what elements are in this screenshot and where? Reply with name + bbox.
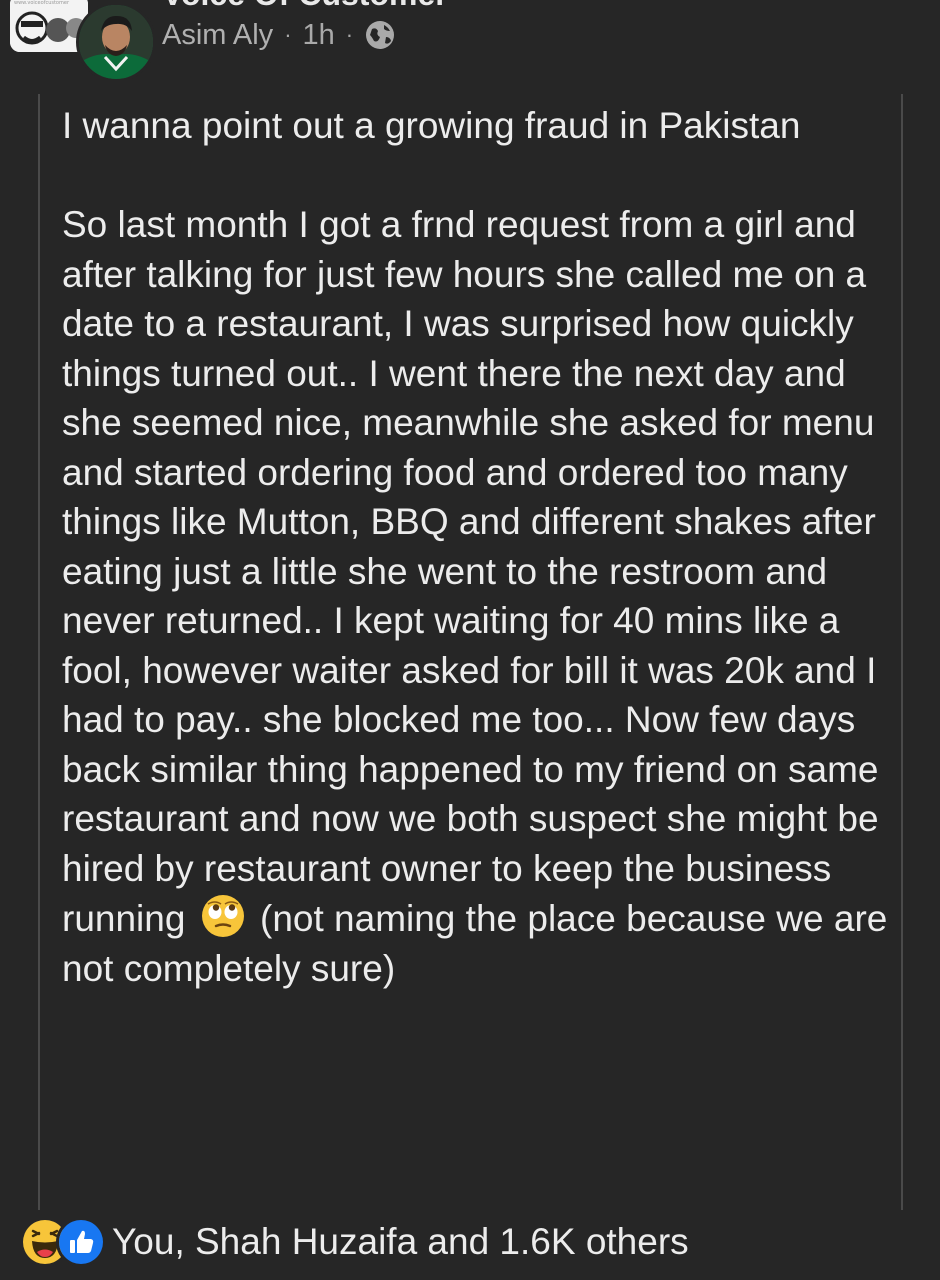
reactions-bar[interactable]: You, Shah Huzaifa and 1.6K others	[20, 1214, 689, 1270]
globe-icon	[364, 19, 396, 51]
post-body: I wanna point out a growing fraud in Pak…	[62, 101, 898, 993]
author-name[interactable]: Asim Aly	[162, 19, 273, 52]
reactions-summary[interactable]: You, Shah Huzaifa and 1.6K others	[112, 1221, 689, 1263]
group-name[interactable]: Voice Of Customer	[162, 0, 448, 13]
meta-separator: ·	[345, 22, 354, 47]
post-paragraph: I wanna point out a growing fraud in Pak…	[62, 105, 801, 146]
meta-separator: ·	[284, 22, 292, 47]
eye-roll-emoji-icon	[200, 893, 246, 939]
post-text: (not naming the place because we are not…	[62, 898, 888, 989]
post-text: So last month I got a frnd request from …	[62, 204, 879, 939]
post-meta: Asim Aly · 1h ·	[162, 14, 396, 56]
post-paragraph: So last month I got a frnd request from …	[62, 200, 898, 993]
like-reaction-icon[interactable]	[56, 1217, 106, 1267]
post-time[interactable]: 1h	[303, 19, 335, 52]
thread-line	[38, 94, 40, 1210]
group-badge-caption: www.voiceofcustomer	[14, 0, 70, 6]
post-border	[901, 94, 903, 1210]
author-avatar[interactable]	[76, 2, 156, 82]
